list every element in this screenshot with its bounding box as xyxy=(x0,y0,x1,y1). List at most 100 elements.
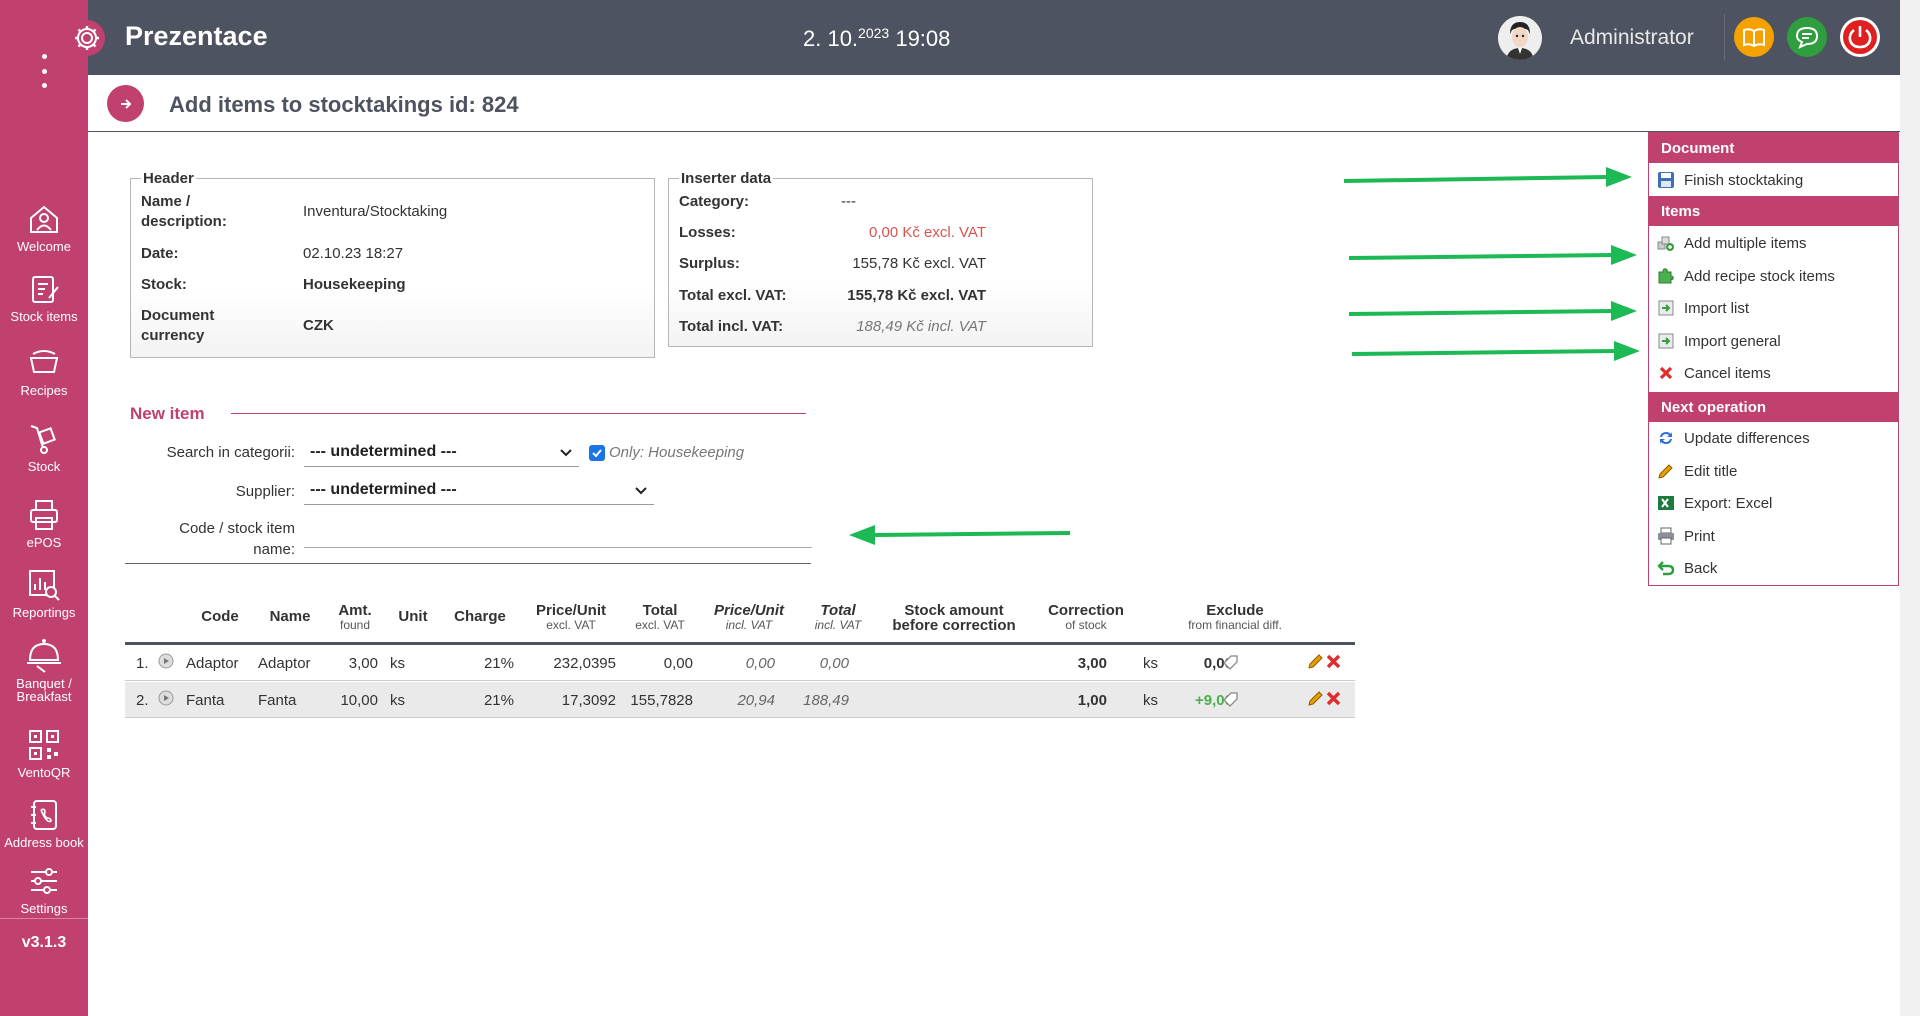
col-total-label: Total xyxy=(642,602,678,619)
supplier-value: --- undetermined --- xyxy=(310,481,457,498)
logout-button[interactable] xyxy=(1840,17,1880,57)
header-legend: Header xyxy=(143,170,194,187)
pencil-icon[interactable] xyxy=(1306,690,1324,708)
scrollbar[interactable] xyxy=(1900,0,1920,1016)
new-item-title: New item xyxy=(130,404,205,423)
back-button[interactable]: Back xyxy=(1657,559,1717,577)
play-icon[interactable] xyxy=(158,690,174,706)
name-value: Inventura/Stocktaking xyxy=(303,203,448,220)
cell-code: Adaptor xyxy=(186,655,239,672)
sidebar-item-label: Stock xyxy=(27,459,61,474)
cell-price: 232,0395 xyxy=(553,655,616,672)
delete-icon[interactable] xyxy=(1325,653,1342,670)
add-recipe-stock-items-button[interactable]: Add recipe stock items xyxy=(1657,267,1835,285)
finish-stocktaking-label: Finish stocktaking xyxy=(1684,171,1804,189)
delete-icon[interactable] xyxy=(1325,690,1342,707)
tag-icon[interactable] xyxy=(1222,690,1240,708)
cell-correction-unit: ks xyxy=(1143,655,1158,672)
chat-button[interactable] xyxy=(1787,17,1827,57)
import-list-label: Import list xyxy=(1684,299,1750,317)
play-icon[interactable] xyxy=(158,653,174,669)
qr-code-icon xyxy=(29,730,59,760)
import-list-button[interactable]: Import list xyxy=(1657,299,1749,317)
sidebar-item-label: Settings xyxy=(20,901,68,916)
supplier-select[interactable]: --- undetermined --- xyxy=(304,477,654,505)
table-row: 2. Fanta Fanta 10,00 ks 21% 17,3092 155,… xyxy=(125,682,1355,718)
col-correction-sub: of stock xyxy=(1065,618,1107,632)
stock-value: Housekeeping xyxy=(303,276,406,293)
import-icon xyxy=(1658,333,1674,349)
add-multiple-items-button[interactable]: Add multiple items xyxy=(1657,234,1807,252)
sidebar-item-address-book[interactable]: Address book xyxy=(0,798,88,850)
add-multiple-items-label: Add multiple items xyxy=(1684,234,1807,252)
only-stock-checkbox[interactable] xyxy=(589,445,605,461)
col-name: Name xyxy=(269,608,311,625)
total-incl-label: Total incl. VAT: xyxy=(679,318,784,335)
time: 19:08 xyxy=(895,26,951,51)
sidebar-item-label: Banquet / Breakfast xyxy=(16,676,72,704)
col-amt-label: Amt. xyxy=(338,602,372,619)
power-icon xyxy=(1843,20,1877,54)
col-stock-amount-line2: before correction xyxy=(892,617,1016,634)
surplus-value: 155,78 Kč excl. VAT xyxy=(852,255,986,272)
cell-price-incl: 20,94 xyxy=(737,692,775,709)
app-version: v3.1.3 xyxy=(21,934,67,951)
page-header: Add items to stocktakings id: 824 xyxy=(88,75,1900,132)
expand-button[interactable] xyxy=(107,85,144,122)
update-differences-button[interactable]: Update differences xyxy=(1657,429,1810,447)
col-exclude-sub: from financial diff. xyxy=(1188,618,1282,632)
print-button[interactable]: Print xyxy=(1657,527,1715,545)
col-total-incl-sub: incl. VAT xyxy=(814,618,862,632)
export-excel-button[interactable]: Export: Excel xyxy=(1657,494,1772,512)
col-total-incl-label: Total xyxy=(820,602,856,619)
back-label: Back xyxy=(1684,559,1718,577)
col-total-sub: excl. VAT xyxy=(635,618,685,632)
username[interactable]: Administrator xyxy=(1570,26,1694,50)
sidebar-item-ventoqr[interactable]: VentoQR xyxy=(0,728,88,780)
search-category-value: --- undetermined --- xyxy=(310,443,457,460)
annotation-arrow-icon xyxy=(1348,245,1637,265)
sidebar-item-banquet[interactable]: Banquet / Breakfast xyxy=(0,636,88,703)
excel-icon xyxy=(1658,496,1674,510)
annotation-arrow-icon xyxy=(1343,167,1632,187)
sidebar-item-stock[interactable]: Stock xyxy=(0,422,88,474)
only-stock-label: Only: Housekeeping xyxy=(609,444,745,461)
divider xyxy=(1724,14,1725,60)
annotation-arrow-icon xyxy=(1351,341,1640,361)
col-price-unit-sub: excl. VAT xyxy=(546,618,596,632)
code-search-input[interactable] xyxy=(304,547,812,548)
document-header: Document xyxy=(1649,133,1898,163)
refresh-icon xyxy=(1660,432,1672,444)
annotation-arrow-icon xyxy=(849,525,1071,545)
sidebar-item-recipes[interactable]: Recipes xyxy=(0,346,88,398)
edit-title-label: Edit title xyxy=(1684,462,1738,480)
edit-title-button[interactable]: Edit title xyxy=(1657,462,1737,480)
gear-icon xyxy=(75,26,99,50)
search-category-select[interactable]: --- undetermined --- xyxy=(304,439,579,467)
sidebar-item-settings[interactable]: Settings xyxy=(0,864,88,916)
cell-correction: 0,00 xyxy=(1203,655,1233,672)
tag-icon[interactable] xyxy=(1222,653,1240,671)
pencil-icon[interactable] xyxy=(1306,653,1324,671)
sidebar-item-stock-items[interactable]: Stock items xyxy=(0,272,88,324)
more-menu-button[interactable] xyxy=(36,54,52,88)
import-general-button[interactable]: Import general xyxy=(1657,332,1781,350)
sidebar-item-welcome[interactable]: Welcome xyxy=(0,202,88,254)
pencil-icon xyxy=(1658,464,1673,479)
close-icon xyxy=(1659,366,1673,380)
col-total: Total excl. VAT xyxy=(625,603,695,633)
col-exclude: Exclude from financial diff. xyxy=(1165,603,1305,633)
import-general-label: Import general xyxy=(1684,332,1781,350)
cancel-items-button[interactable]: Cancel items xyxy=(1657,364,1771,382)
settings-gear-button[interactable] xyxy=(69,20,105,56)
year: 2023 xyxy=(858,25,890,41)
finish-stocktaking-button[interactable]: Finish stocktaking xyxy=(1657,171,1803,189)
chart-search-icon xyxy=(29,570,60,601)
inserter-legend: Inserter data xyxy=(681,170,772,187)
sidebar-item-reportings[interactable]: Reportings xyxy=(0,568,88,620)
sidebar-item-epos[interactable]: ePOS xyxy=(0,498,88,550)
cell-total: 155,7828 xyxy=(630,692,693,709)
avatar[interactable] xyxy=(1498,16,1542,60)
help-book-button[interactable] xyxy=(1734,17,1774,57)
datetime: 2. 10.2023 19:08 xyxy=(803,25,950,52)
